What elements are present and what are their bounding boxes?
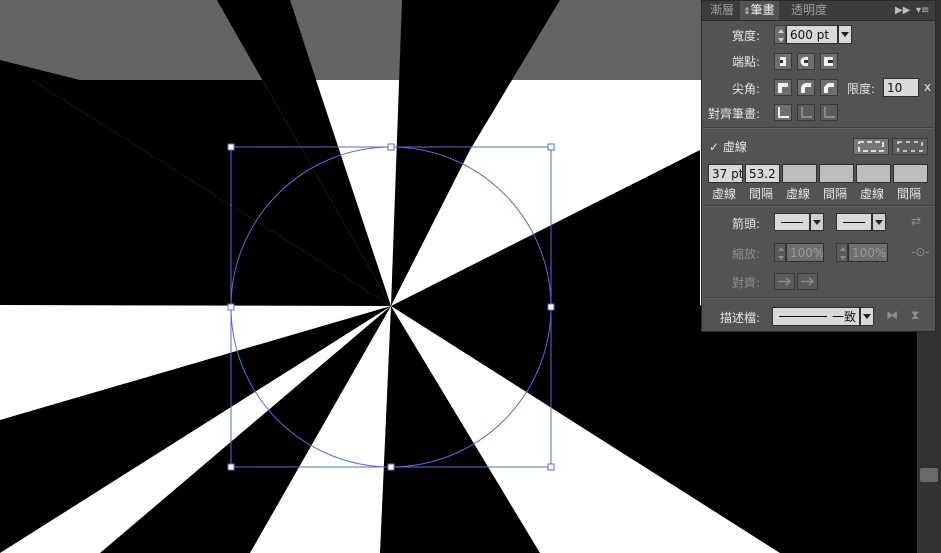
bevel-join-icon[interactable]: [820, 79, 838, 96]
chevron-down-icon: [813, 220, 821, 225]
align-center-icon[interactable]: [774, 104, 792, 121]
weight-label: 寬度:: [732, 29, 761, 43]
gap-1-label: 間隔: [749, 187, 774, 201]
section-divider: [703, 297, 934, 299]
align-stroke-label: 對齊筆畫:: [708, 107, 761, 121]
panel-menu-icon[interactable]: ▾≡: [916, 1, 929, 20]
dashed-checkbox[interactable]: ✓ 虛線: [709, 138, 747, 155]
stepper-arrows-icon: [840, 247, 846, 260]
scale-end-stepper[interactable]: [836, 243, 848, 262]
round-join-icon[interactable]: [797, 79, 815, 96]
section-divider: [703, 127, 934, 129]
round-cap-icon[interactable]: [797, 53, 815, 70]
swap-arrows-icon[interactable]: ⇄: [911, 214, 921, 228]
butt-cap-icon[interactable]: [774, 53, 792, 70]
link-scale-icon[interactable]: -⊙-: [911, 245, 930, 259]
dash-align-corners-icon[interactable]: [892, 138, 928, 155]
flip-horizontal-icon[interactable]: ⧓: [886, 308, 898, 322]
scale-end-input[interactable]: 100%: [848, 243, 888, 262]
tab-transparency[interactable]: 透明度: [787, 1, 831, 20]
stepper-arrows-icon: [778, 29, 784, 42]
checkmark-icon: ✓: [709, 140, 720, 154]
gap-1-input[interactable]: 53.2: [745, 164, 780, 183]
handle-right: [547, 303, 555, 311]
dash-2-label: 虛線: [786, 187, 811, 201]
profile-preview-line: [779, 316, 827, 317]
profile-value: 一致: [831, 310, 856, 324]
gap-3-input[interactable]: [893, 164, 928, 183]
dash-1-label: 虛線: [712, 187, 737, 201]
handle-top-right: [547, 143, 555, 151]
miter-join-icon[interactable]: [774, 79, 792, 96]
stroke-profile-select[interactable]: 一致: [772, 307, 860, 326]
handle-bottom-right: [547, 463, 555, 471]
align-inside-icon[interactable]: [797, 104, 815, 121]
dash-2-input[interactable]: [782, 164, 817, 183]
handle-left: [227, 303, 235, 311]
handle-bottom: [387, 463, 395, 471]
flip-vertical-icon[interactable]: ⧗: [911, 308, 919, 323]
cap-label: 端點:: [732, 55, 761, 69]
handle-top: [387, 143, 395, 151]
limit-unit: x: [924, 80, 932, 94]
weight-stepper[interactable]: [774, 25, 786, 44]
scale-start-stepper[interactable]: [774, 243, 786, 262]
tab-stroke[interactable]: ⇕筆畫: [740, 1, 779, 20]
handle-top-left: [227, 143, 235, 151]
dash-1-input[interactable]: 37 pt: [708, 164, 743, 183]
end-arrowhead-dropdown[interactable]: [872, 213, 886, 231]
start-arrowhead-dropdown[interactable]: [810, 213, 824, 231]
gap-2-input[interactable]: [819, 164, 854, 183]
dash-3-label: 虛線: [860, 187, 885, 201]
dash-3-input[interactable]: [856, 164, 891, 183]
end-arrowhead-select[interactable]: [836, 213, 872, 231]
chevron-down-icon: [841, 32, 849, 37]
corner-label: 尖角:: [732, 82, 761, 96]
chevron-down-icon: [875, 220, 883, 225]
stroke-panel: 漸層 ⇕筆畫 透明度 ▶▶ ▾≡ 寬度: 600 pt 端點: 尖角: 限度: …: [701, 0, 936, 332]
projecting-cap-icon[interactable]: [820, 53, 838, 70]
limit-label: 限度:: [847, 82, 876, 96]
miter-limit-input[interactable]: 10: [883, 78, 919, 97]
scale-label: 縮放:: [732, 247, 761, 261]
align-outside-icon[interactable]: [820, 104, 838, 121]
gap-3-label: 間隔: [897, 187, 922, 201]
start-arrowhead-select[interactable]: [774, 213, 810, 231]
weight-dropdown[interactable]: [838, 25, 852, 44]
handle-bottom-left: [227, 463, 235, 471]
arrow-tip-beyond-icon[interactable]: [774, 273, 795, 290]
gap-2-label: 間隔: [823, 187, 848, 201]
chevron-down-icon: [863, 314, 871, 319]
arrowheads-label: 箭頭:: [732, 217, 761, 231]
section-divider: [703, 205, 934, 207]
expand-arrows-icon: ⇕: [743, 7, 751, 17]
dash-preserve-icon[interactable]: [853, 138, 889, 155]
tab-gradient[interactable]: 漸層: [706, 1, 738, 20]
scale-start-input[interactable]: 100%: [786, 243, 824, 262]
weight-input[interactable]: 600 pt: [786, 25, 838, 44]
panel-tab-bar: 漸層 ⇕筆畫 透明度 ▶▶ ▾≡: [702, 1, 935, 21]
double-chevron-right-icon[interactable]: ▶▶: [895, 1, 910, 20]
stepper-arrows-icon: [778, 247, 784, 260]
scrollbar-thumb[interactable]: [920, 468, 938, 482]
arrow-align-label: 對齊:: [732, 276, 761, 290]
profile-dropdown[interactable]: [860, 307, 874, 326]
arrow-tip-at-end-icon[interactable]: [797, 273, 818, 290]
profile-label: 描述檔:: [720, 311, 761, 325]
